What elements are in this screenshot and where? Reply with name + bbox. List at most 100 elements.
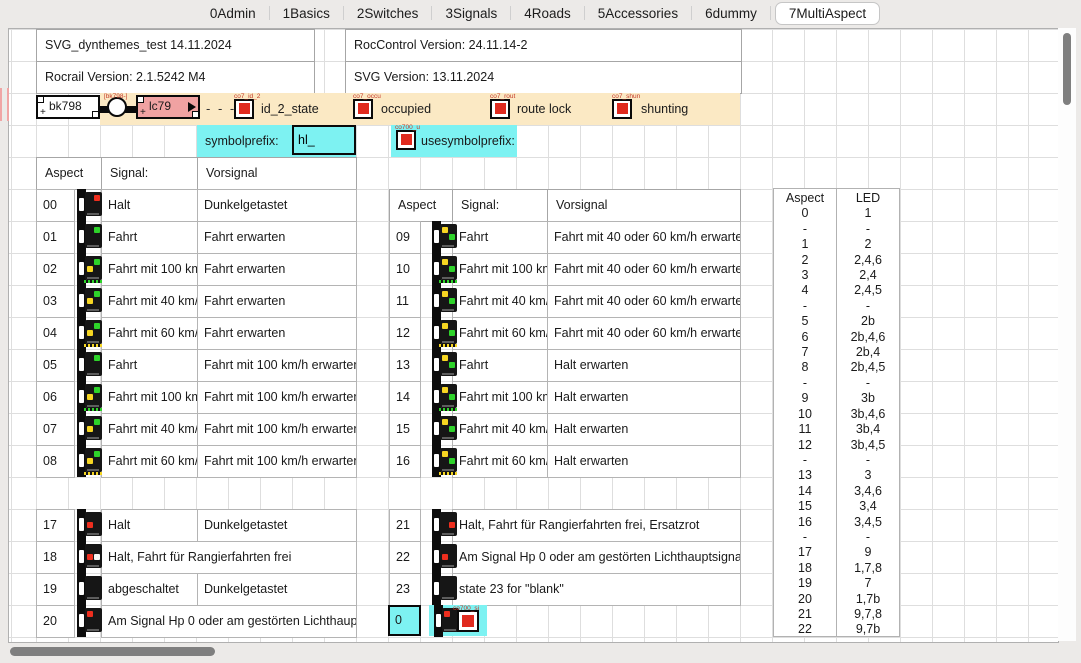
led-aspect-line: 7 bbox=[774, 345, 836, 360]
led-aspect-line: 18 bbox=[774, 561, 836, 576]
header-aspect: Aspect bbox=[389, 189, 453, 222]
tab-5Accessories[interactable]: 5Accessories bbox=[585, 4, 691, 23]
loco-label: lc79 bbox=[149, 99, 171, 113]
signal-icon bbox=[77, 541, 103, 573]
tab-bar: 0Admin1Basics2Switches3Signals4Roads5Acc… bbox=[0, 0, 1081, 26]
signal-cell: Fahrt mit 60 km/h bbox=[452, 445, 548, 478]
led-value-line-header: LED bbox=[837, 191, 899, 206]
signal-icon bbox=[432, 509, 458, 541]
block-bk798[interactable]: bk798 + bbox=[36, 95, 100, 119]
track-dashes: - - - bbox=[206, 93, 236, 125]
block-corner-handle bbox=[37, 96, 44, 103]
led-value-line: 1 bbox=[837, 206, 899, 221]
led-value-line: 3,4 bbox=[837, 499, 899, 514]
tab-4Roads[interactable]: 4Roads bbox=[511, 4, 584, 23]
led-value-line: 9,7b bbox=[837, 622, 899, 637]
led-aspect-line: 15 bbox=[774, 499, 836, 514]
block-plus-marker: + bbox=[40, 107, 46, 118]
signal-cell: Halt bbox=[101, 509, 198, 542]
led-value-line: 3,4,6 bbox=[837, 484, 899, 499]
tab-1Basics[interactable]: 1Basics bbox=[270, 4, 343, 23]
tab-6dummy[interactable]: 6dummy bbox=[692, 4, 770, 23]
vorsignal-cell: Fahrt erwarten bbox=[197, 221, 357, 254]
signal-cell-wide: Halt, Fahrt für Rangierfahrten frei, Ers… bbox=[452, 509, 741, 542]
vorsignal-cell: Fahrt mit 100 km/h erwarten bbox=[197, 413, 357, 446]
led-value-line: 1,7,8 bbox=[837, 561, 899, 576]
led-aspect-line: 10 bbox=[774, 407, 836, 422]
block-corner-handle bbox=[92, 111, 99, 118]
vorsignal-cell: Halt erwarten bbox=[547, 349, 741, 382]
signal-cell: Fahrt mit 60 km/h bbox=[101, 317, 198, 350]
led-aspect-line: 19 bbox=[774, 576, 836, 591]
vorsignal-cell: Fahrt mit 100 km/h erwarten bbox=[197, 445, 357, 478]
vorsignal-cell: Fahrt mit 40 oder 60 km/h erwarten bbox=[547, 253, 741, 286]
checkbox-id-2-state[interactable] bbox=[234, 99, 254, 119]
signal-cell: Fahrt mit 40 km/h bbox=[101, 285, 198, 318]
led-value-line: 2b,4,6 bbox=[837, 330, 899, 345]
tab-2Switches[interactable]: 2Switches bbox=[344, 4, 432, 23]
signal-icon bbox=[77, 349, 103, 381]
state-value-cell[interactable]: 0 bbox=[388, 605, 421, 636]
checkbox-id-label: co7_shun bbox=[612, 93, 640, 100]
tab-0Admin[interactable]: 0Admin bbox=[197, 4, 269, 23]
turntable-node[interactable] bbox=[107, 97, 127, 117]
signal-icon bbox=[432, 541, 458, 573]
checkbox-shunting[interactable] bbox=[612, 99, 632, 119]
led-value-line: 2b,4,5 bbox=[837, 360, 899, 375]
checkbox-occupied[interactable] bbox=[353, 99, 373, 119]
signal-cell-wide: state 23 for "blank" bbox=[452, 573, 741, 606]
connector-id-label: [bk798-] bbox=[104, 93, 128, 100]
signal-icon bbox=[432, 285, 458, 317]
signal-icon bbox=[432, 413, 458, 445]
signal-icon bbox=[77, 509, 103, 541]
led-aspect-line: - bbox=[774, 453, 836, 468]
symbolprefix-input[interactable] bbox=[292, 125, 356, 155]
led-value-line: 1,7b bbox=[837, 592, 899, 607]
led-aspect-line: - bbox=[774, 299, 836, 314]
vertical-scrollbar-thumb[interactable] bbox=[1063, 33, 1071, 105]
loco-block-lc79[interactable]: lc79 + bbox=[136, 95, 200, 119]
tab-7MultiAspect[interactable]: 7MultiAspect bbox=[775, 2, 880, 25]
aspect-cell: 07 bbox=[36, 413, 75, 446]
tab-3Signals[interactable]: 3Signals bbox=[432, 4, 510, 23]
signal-icon bbox=[432, 381, 458, 413]
horizontal-scrollbar-thumb[interactable] bbox=[10, 647, 215, 656]
signal-cell: Fahrt mit 60 km/h bbox=[452, 317, 548, 350]
signal-cell: Fahrt bbox=[101, 221, 198, 254]
signal-cell: Fahrt bbox=[101, 349, 198, 382]
signal-icon bbox=[432, 221, 458, 253]
signal-cell-wide: Am Signal Hp 0 oder am gestörten Lichtha… bbox=[101, 605, 357, 638]
signal-icon bbox=[77, 285, 103, 317]
checkbox-state-symbol[interactable] bbox=[457, 610, 479, 632]
checkbox-label: shunting bbox=[641, 93, 688, 125]
vorsignal-cell: Fahrt mit 100 km/h erwarten bbox=[197, 381, 357, 414]
aspect-cell: 02 bbox=[36, 253, 75, 286]
led-aspect-line: 6 bbox=[774, 330, 836, 345]
signal-icon bbox=[77, 253, 103, 285]
led-aspect-line: 8 bbox=[774, 360, 836, 375]
checkbox-usesymbolprefix[interactable] bbox=[396, 130, 416, 150]
led-panel-led-column: LED1-22,4,62,42,4,5-2b2b,4,62b,42b,4,5-3… bbox=[836, 188, 900, 637]
aspect-cell: 16 bbox=[389, 445, 421, 478]
block-label: bk798 bbox=[49, 99, 82, 113]
led-aspect-line: 11 bbox=[774, 422, 836, 437]
led-panel-aspect-column: Aspect0-1234-5678-9101112-13141516-17181… bbox=[773, 188, 837, 637]
signal-cell: Fahrt mit 40 km/h bbox=[452, 413, 548, 446]
signal-icon bbox=[77, 573, 103, 605]
signal-icon bbox=[77, 221, 103, 253]
signal-cell: Fahrt mit 40 km/h bbox=[452, 285, 548, 318]
block-corner-handle bbox=[137, 96, 144, 103]
led-aspect-line: 22 bbox=[774, 622, 836, 637]
led-value-line: 3 bbox=[837, 468, 899, 483]
led-aspect-line: 5 bbox=[774, 314, 836, 329]
aspect-cell: 06 bbox=[36, 381, 75, 414]
checkbox-route-lock[interactable] bbox=[490, 99, 510, 119]
vertical-scrollbar-track[interactable] bbox=[1058, 28, 1076, 641]
aspect-cell: 03 bbox=[36, 285, 75, 318]
led-aspect-line: 13 bbox=[774, 468, 836, 483]
vorsignal-cell: Fahrt erwarten bbox=[197, 253, 357, 286]
aspect-cell: 17 bbox=[36, 509, 75, 542]
aspect-cell: 08 bbox=[36, 445, 75, 478]
aspect-cell: 19 bbox=[36, 573, 75, 606]
aspect-cell: 21 bbox=[389, 509, 421, 542]
